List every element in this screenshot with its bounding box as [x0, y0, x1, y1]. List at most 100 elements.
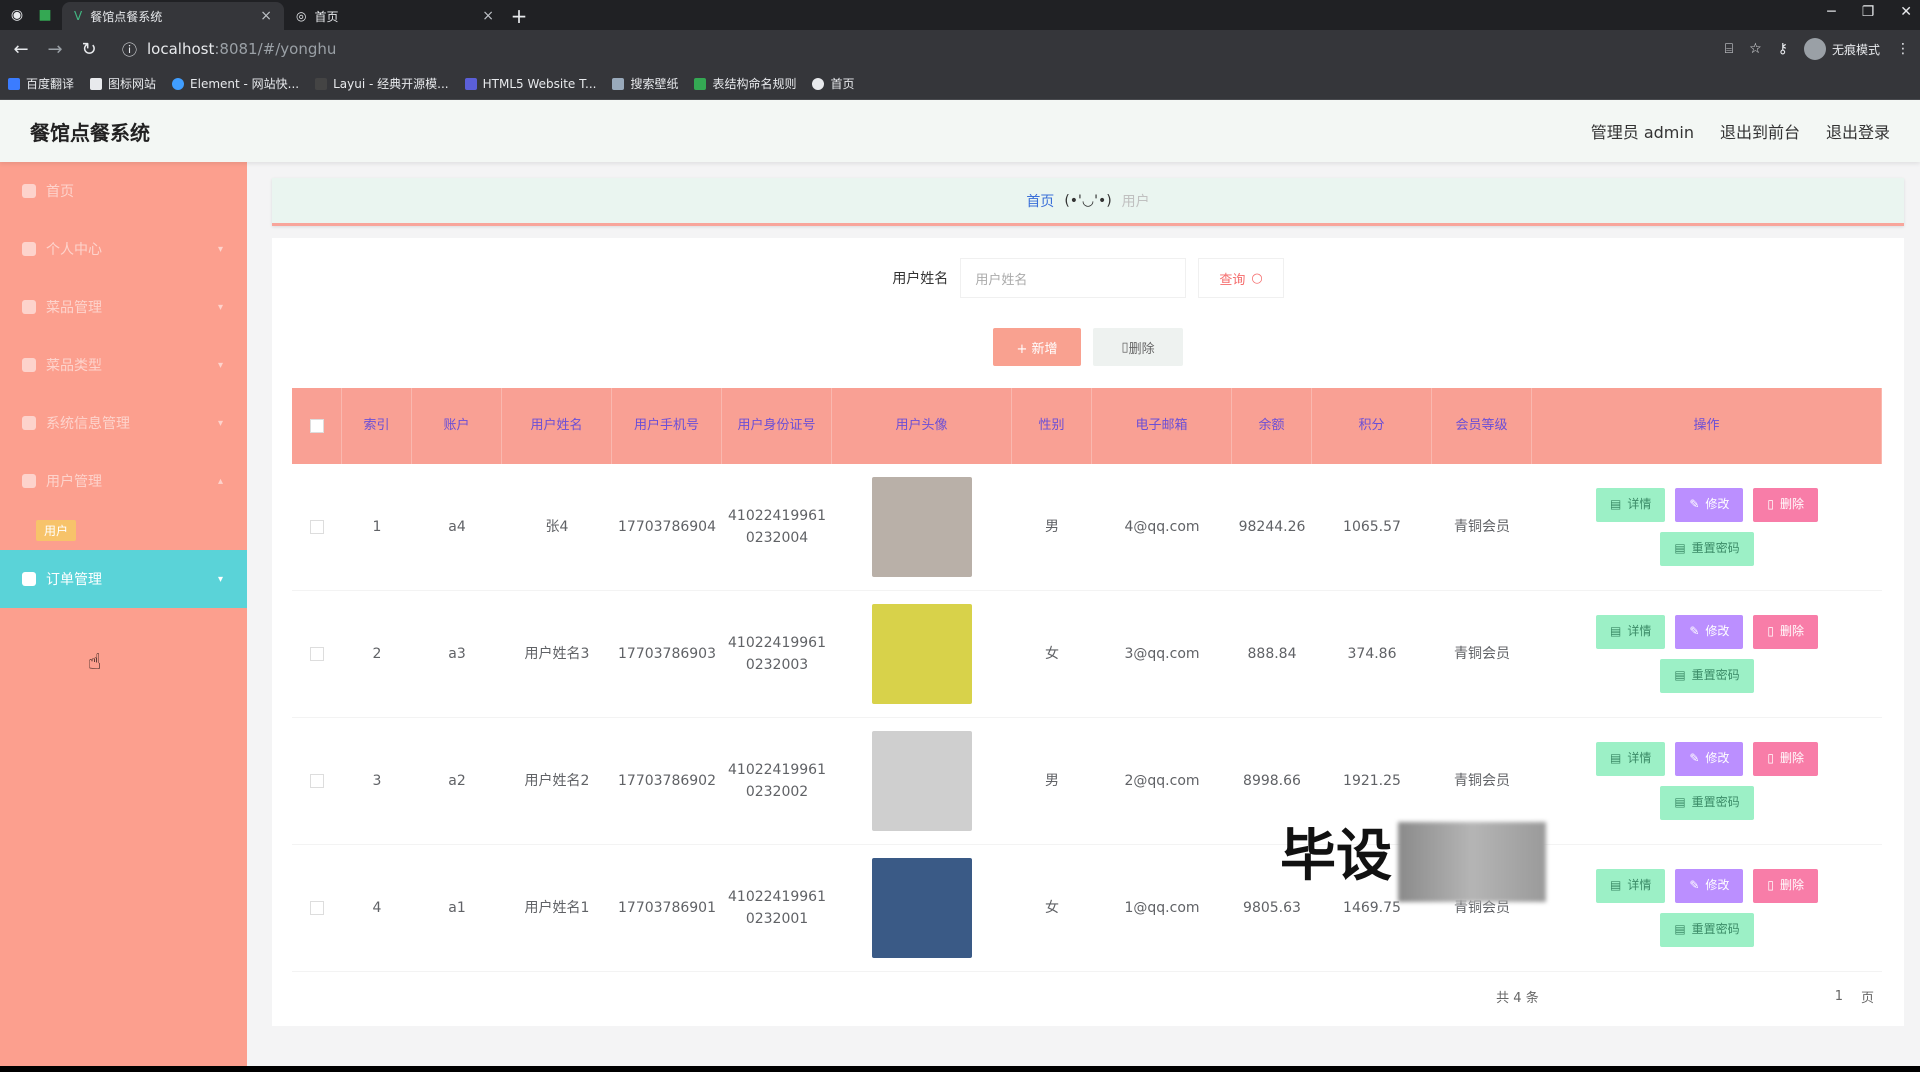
back-icon[interactable]: ← — [10, 39, 32, 60]
row-checkbox[interactable] — [292, 901, 342, 915]
delete-button[interactable]: ▯ 删除 — [1753, 615, 1819, 649]
tab-app[interactable]: V 餐馆点餐系统 × — [62, 2, 284, 30]
bookmark-item[interactable]: 百度翻译 — [8, 75, 74, 92]
edit-button[interactable]: ✎ 修改 — [1675, 742, 1744, 776]
doc-icon: ▤ — [1674, 922, 1686, 937]
detail-button[interactable]: ▤ 详情 — [1595, 742, 1666, 776]
star-icon[interactable]: ☆ — [1749, 41, 1762, 57]
gear-icon — [22, 416, 36, 430]
sidebar-item-home[interactable]: 首页 — [0, 162, 247, 220]
translate-icon[interactable]: ⌸ — [1725, 41, 1733, 57]
cell-avatar — [832, 858, 1012, 958]
url-input[interactable]: ⓘ localhost:8081/#/yonghu — [112, 34, 1713, 64]
breadcrumb-home[interactable]: 首页 — [1026, 191, 1054, 211]
bookmark-item[interactable]: HTML5 Website T... — [464, 77, 596, 91]
reset-password-button[interactable]: ▤ 重置密码 — [1660, 913, 1754, 947]
pagination: 共 4 条 1 页 — [1496, 987, 1874, 1006]
bookmark-item[interactable]: Layui - 经典开源模... — [315, 75, 449, 92]
cell-phone: 17703786904 — [618, 518, 716, 535]
edit-icon: ✎ — [1689, 878, 1700, 893]
search-button[interactable]: 查询 ○ — [1198, 258, 1284, 298]
sidebar-item-users[interactable]: 用户管理 ▴ — [0, 452, 247, 510]
edit-icon: ✎ — [1689, 751, 1700, 766]
close-tab-icon[interactable]: × — [260, 8, 272, 24]
cell-avatar — [832, 731, 1012, 831]
cell-gender: 男 — [1045, 518, 1059, 535]
bookmark-item[interactable]: 图标网站 — [90, 75, 156, 92]
pagination-unit: 页 — [1860, 991, 1874, 1006]
bookmark-item[interactable]: 搜索壁纸 — [612, 75, 678, 92]
more-icon[interactable]: ⋮ — [1896, 41, 1910, 57]
sidebar-subitem-user[interactable]: 用户 — [0, 510, 247, 550]
tab-home[interactable]: ◎ 首页 × — [284, 2, 506, 30]
cell-name: 用户姓名1 — [524, 899, 590, 916]
detail-button[interactable]: ▤ 详情 — [1595, 615, 1666, 649]
doc-icon: ▤ — [1674, 795, 1686, 810]
app-header: 餐馆点餐系统 管理员 admin 退出到前台 退出登录 — [0, 100, 1920, 162]
row-checkbox[interactable] — [292, 774, 342, 788]
close-tab-icon[interactable]: × — [482, 8, 494, 24]
sidebar-item-orders[interactable]: 订单管理 ▾ — [0, 550, 247, 608]
pagination-total: 共 4 条 — [1496, 991, 1539, 1006]
cell-account: a3 — [448, 645, 466, 662]
back-to-front-link[interactable]: 退出到前台 — [1720, 119, 1800, 143]
delete-button[interactable]: ▯ 删除 — [1753, 488, 1819, 522]
restore-icon[interactable]: ❐ — [1862, 4, 1875, 20]
select-all-checkbox[interactable] — [292, 388, 342, 464]
sidebar-item-system[interactable]: 系统信息管理 ▾ — [0, 394, 247, 452]
globe-icon: ◎ — [296, 9, 307, 23]
cell-account: a2 — [448, 772, 466, 789]
close-window-icon[interactable]: ✕ — [1900, 4, 1912, 20]
sidebar-item-profile[interactable]: 个人中心 ▾ — [0, 220, 247, 278]
bookmark-item[interactable]: 首页 — [812, 75, 855, 92]
row-checkbox[interactable] — [292, 647, 342, 661]
add-button[interactable]: + 新增 — [993, 328, 1081, 366]
app-icon: ■ — [38, 7, 52, 23]
delete-button[interactable]: ▯ 删除 — [1753, 869, 1819, 903]
sidebar-item-dishes[interactable]: 菜品管理 ▾ — [0, 278, 247, 336]
column-header: 用户姓名 — [502, 388, 612, 464]
row-checkbox[interactable] — [292, 520, 342, 534]
reset-password-button[interactable]: ▤ 重置密码 — [1660, 786, 1754, 820]
trash-icon: ▯ — [1767, 878, 1775, 893]
edit-button[interactable]: ✎ 修改 — [1675, 615, 1744, 649]
sidebar-item-dish-types[interactable]: 菜品类型 ▾ — [0, 336, 247, 394]
chevron-down-icon: ▾ — [217, 243, 223, 255]
minimize-icon[interactable]: ─ — [1827, 4, 1835, 20]
cell-balance: 9805.63 — [1243, 899, 1301, 916]
mouse-cursor-icon: ☝ — [88, 650, 102, 675]
system-title: 餐馆点餐系统 — [30, 120, 150, 145]
bookmark-item[interactable]: 表结构命名规则 — [694, 75, 796, 92]
cell-index: 2 — [372, 645, 382, 662]
users-icon — [22, 474, 36, 488]
edit-button[interactable]: ✎ 修改 — [1675, 488, 1744, 522]
table-row: 2 a3 用户姓名3 17703786903 41022419961023200… — [292, 591, 1882, 718]
reload-icon[interactable]: ↻ — [78, 39, 100, 60]
delete-button[interactable]: ▯ 删除 — [1753, 742, 1819, 776]
table-row: 4 a1 用户姓名1 17703786901 41022419961023200… — [292, 845, 1882, 972]
detail-button[interactable]: ▤ 详情 — [1595, 488, 1666, 522]
search-input[interactable]: 用户姓名 — [960, 258, 1187, 298]
reset-password-button[interactable]: ▤ 重置密码 — [1660, 659, 1754, 693]
search-label: 用户姓名 — [892, 271, 949, 287]
reset-password-button[interactable]: ▤ 重置密码 — [1660, 532, 1754, 566]
cell-operations: ▤ 详情 ✎ 修改 ▯ 删除 ▤ 重置密码 — [1532, 869, 1882, 947]
edit-button[interactable]: ✎ 修改 — [1675, 869, 1744, 903]
column-header: 会员等级 — [1432, 388, 1532, 464]
bulk-delete-button[interactable]: ▯ 删除 — [1093, 328, 1183, 366]
pagination-page[interactable]: 1 — [1835, 989, 1843, 1004]
forward-icon[interactable]: → — [44, 39, 66, 60]
bookmark-item[interactable]: Element - 网站快... — [172, 75, 299, 92]
table-body: 1 a4 张4 17703786904 410224199610232004 男… — [292, 464, 1882, 972]
column-header: 电子邮箱 — [1092, 388, 1232, 464]
incognito-indicator[interactable]: 无痕模式 — [1803, 38, 1880, 60]
cell-email: 4@qq.com — [1124, 518, 1200, 535]
key-icon[interactable]: ⚷ — [1778, 41, 1788, 57]
cell-name: 用户姓名3 — [524, 645, 590, 662]
logout-link[interactable]: 退出登录 — [1826, 119, 1890, 143]
new-tab-button[interactable]: + — [506, 3, 532, 29]
action-buttons: + 新增 ▯ 删除 — [272, 328, 1904, 366]
detail-button[interactable]: ▤ 详情 — [1595, 869, 1666, 903]
chrome-menu-icon[interactable]: ◉ — [6, 4, 28, 26]
vue-icon: V — [74, 9, 83, 23]
